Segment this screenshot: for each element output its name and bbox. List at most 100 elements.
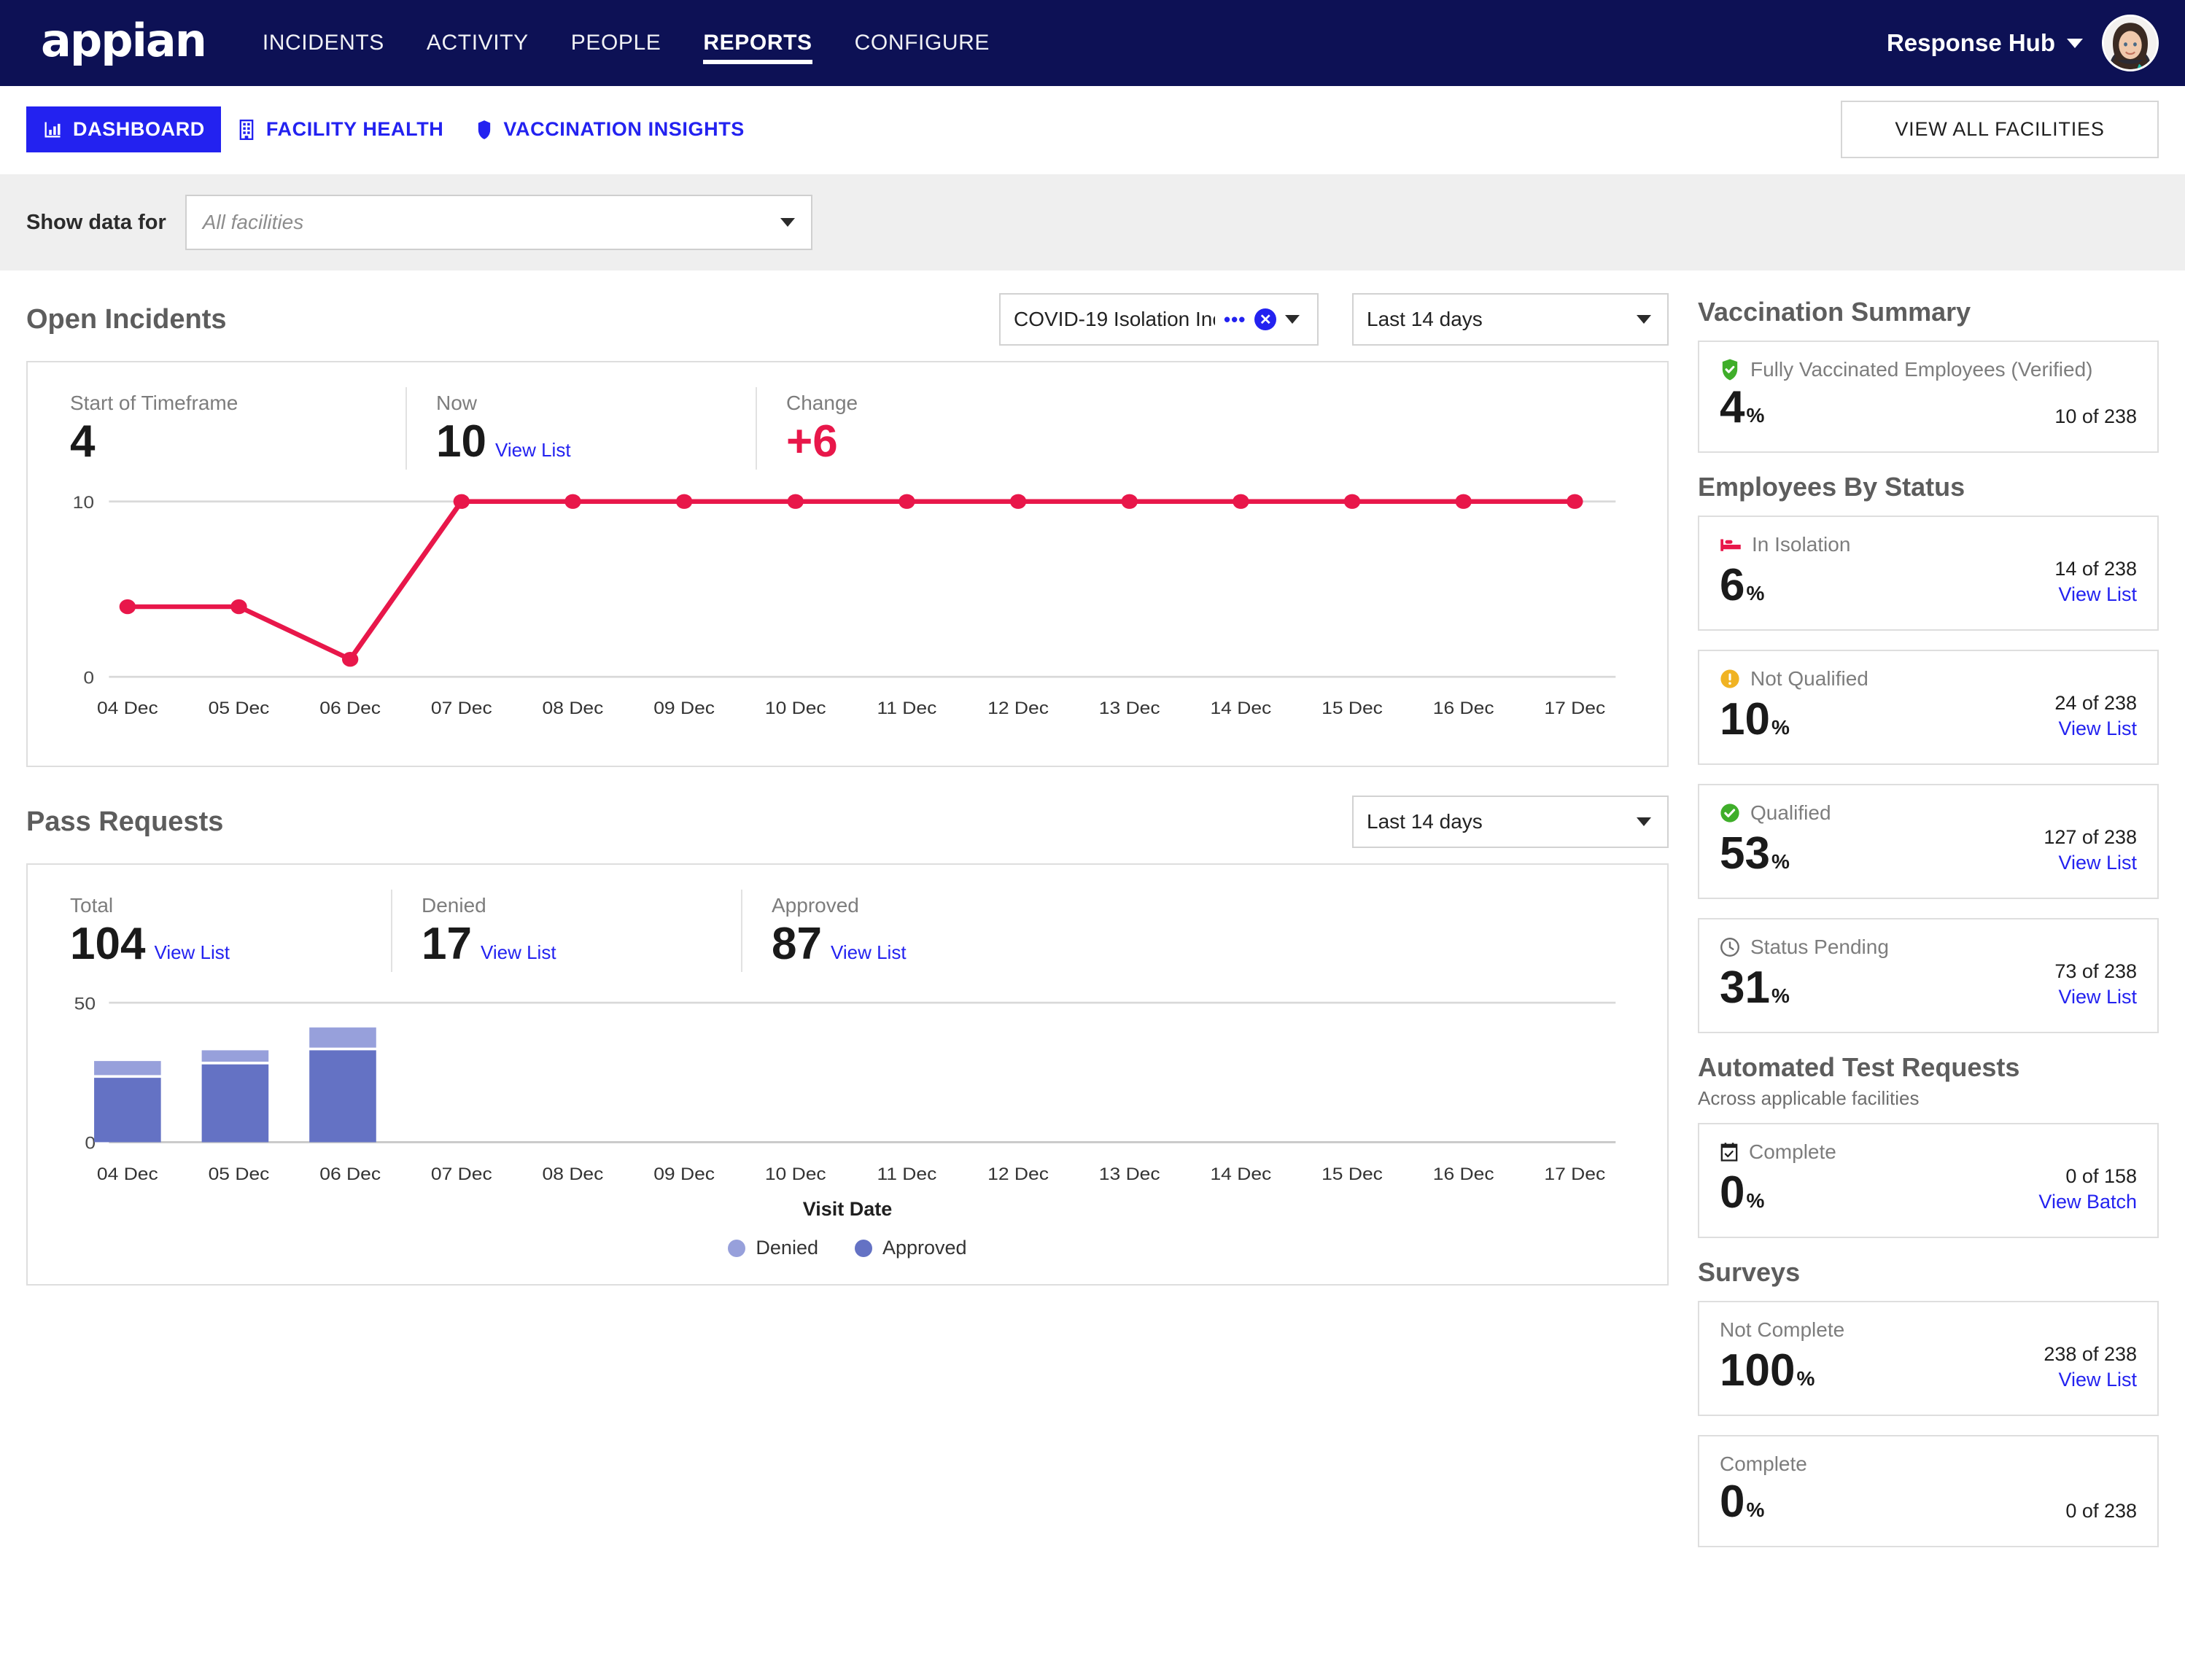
- automated-test-requests-title: Automated Test Requests: [1698, 1052, 2020, 1083]
- line-series-open-incidents: [119, 494, 1583, 667]
- nav-item-incidents[interactable]: INCIDENTS: [263, 0, 384, 86]
- view-list-link[interactable]: View List: [2054, 718, 2137, 740]
- view-batch-link[interactable]: View Batch: [2038, 1191, 2137, 1213]
- nav-item-people[interactable]: PEOPLE: [571, 0, 661, 86]
- stat-card-test-complete: Complete 0 % 0 of 158 View Batch: [1698, 1123, 2159, 1239]
- nav-right-cluster: Response Hub: [1887, 15, 2159, 71]
- nav-item-configure[interactable]: CONFIGURE: [855, 0, 990, 86]
- open-incidents-header: Open Incidents COVID-19 Isolation Incid …: [26, 291, 1669, 348]
- legend-label-denied: Denied: [756, 1237, 818, 1259]
- avatar[interactable]: [2102, 15, 2159, 71]
- view-list-link[interactable]: View List: [2044, 852, 2137, 874]
- y-tick-0: 0: [83, 669, 94, 688]
- stat-percent: 10: [1720, 694, 1770, 744]
- chevron-down-icon: [1637, 817, 1651, 827]
- nav-item-reports[interactable]: REPORTS: [703, 0, 812, 86]
- stat-card-surveys-not-complete: Not Complete 100 % 238 of 238 View List: [1698, 1301, 2159, 1417]
- kpi-value: 10: [436, 416, 486, 467]
- kpi-value: 104: [70, 919, 146, 970]
- stat-unit: %: [1746, 1498, 1765, 1522]
- kpi-change: Change +6: [756, 387, 887, 470]
- bar-group-04-dec: [94, 1061, 161, 1143]
- stat-card-fully-vaccinated: Fully Vaccinated Employees (Verified) 4 …: [1698, 341, 2159, 454]
- svg-text:12 Dec: 12 Dec: [987, 1164, 1049, 1184]
- sub-navigation: DASHBOARD FACILITY HEALTH VACCINATION IN…: [0, 86, 2185, 174]
- site-switcher[interactable]: Response Hub: [1887, 29, 2083, 57]
- kpi-start-of-timeframe: Start of Timeframe 4: [41, 387, 405, 470]
- incidents-timeframe-select[interactable]: Last 14 days: [1352, 293, 1669, 346]
- svg-text:17 Dec: 17 Dec: [1544, 699, 1605, 718]
- open-incidents-title: Open Incidents: [26, 303, 227, 335]
- stat-percent: 0: [1720, 1477, 1745, 1528]
- tab-dashboard[interactable]: DASHBOARD: [26, 106, 221, 152]
- kpi-total: Total 104 View List: [41, 890, 391, 972]
- stat-count: 10 of 238: [2054, 405, 2137, 428]
- shield-check-icon: [1720, 358, 1740, 381]
- y-tick-10: 10: [73, 493, 94, 513]
- bar-approved: [94, 1078, 161, 1143]
- y-tick-0: 0: [85, 1134, 96, 1154]
- kpi-label: Approved: [772, 894, 859, 917]
- view-list-link[interactable]: View List: [481, 941, 556, 964]
- calendar-check-icon: [1720, 1142, 1739, 1162]
- stat-card-header: Not Complete: [1720, 1318, 2137, 1342]
- incident-type-select[interactable]: COVID-19 Isolation Incid ••• ✕: [999, 293, 1319, 346]
- view-list-link[interactable]: View List: [2054, 986, 2137, 1008]
- legend-item-denied[interactable]: Denied: [728, 1237, 818, 1259]
- svg-text:10 Dec: 10 Dec: [765, 1164, 826, 1184]
- view-list-link[interactable]: View List: [831, 941, 907, 964]
- stat-card-header: Qualified: [1720, 801, 2137, 825]
- pass-requests-title: Pass Requests: [26, 806, 224, 837]
- legend-swatch-approved: [854, 1239, 872, 1257]
- pass-requests-timeframe-select[interactable]: Last 14 days: [1352, 796, 1669, 849]
- stat-card-label: Not Qualified: [1750, 667, 1868, 691]
- nav-item-activity[interactable]: ACTIVITY: [427, 0, 529, 86]
- stat-count: 73 of 238: [2054, 960, 2137, 983]
- view-list-link[interactable]: View List: [154, 941, 230, 964]
- stat-card-label: Fully Vaccinated Employees (Verified): [1750, 358, 2093, 381]
- stat-card-in-isolation: In Isolation 6 % 14 of 238 View List: [1698, 516, 2159, 631]
- stat-unit: %: [1771, 984, 1790, 1007]
- main-column: Open Incidents COVID-19 Isolation Incid …: [26, 291, 1669, 1286]
- svg-text:13 Dec: 13 Dec: [1099, 1164, 1160, 1184]
- view-all-facilities-button[interactable]: VIEW ALL FACILITIES: [1841, 101, 2159, 158]
- bed-icon: [1720, 536, 1742, 553]
- stat-count: 0 of 158: [2065, 1165, 2137, 1188]
- pass-requests-bar-chart: 50 0 04 Dec 05 Dec 06 Dec 07 Dec 08 Dec …: [28, 976, 1667, 1195]
- stat-percent: 31: [1720, 962, 1770, 1013]
- svg-text:06 Dec: 06 Dec: [319, 1164, 381, 1184]
- svg-text:05 Dec: 05 Dec: [209, 1164, 270, 1184]
- kpi-label: Start of Timeframe: [70, 392, 238, 414]
- dashboard-content: Open Incidents COVID-19 Isolation Incid …: [0, 271, 2185, 1566]
- main-nav-links: INCIDENTS ACTIVITY PEOPLE REPORTS CONFIG…: [263, 0, 990, 86]
- view-list-link[interactable]: View List: [495, 439, 571, 462]
- stat-card-header: In Isolation: [1720, 533, 2137, 556]
- stat-percent: 53: [1720, 828, 1770, 879]
- view-list-link[interactable]: View List: [2044, 1369, 2137, 1391]
- ellipsis-icon: •••: [1224, 308, 1246, 330]
- stat-card-header: Status Pending: [1720, 936, 2137, 959]
- show-data-for-label: Show data for: [26, 210, 166, 234]
- svg-text:16 Dec: 16 Dec: [1433, 1164, 1494, 1184]
- facility-select[interactable]: All facilities: [185, 195, 812, 250]
- bar-chart-svg: 50 0 04 Dec 05 Dec 06 Dec 07 Dec 08 Dec …: [74, 995, 1616, 1184]
- legend-item-approved[interactable]: Approved: [854, 1237, 967, 1259]
- stat-card-label: Complete: [1749, 1140, 1836, 1164]
- stat-unit: %: [1796, 1367, 1815, 1390]
- stat-unit: %: [1771, 850, 1790, 873]
- pass-requests-controls: Last 14 days: [1352, 796, 1669, 849]
- svg-text:15 Dec: 15 Dec: [1322, 699, 1383, 718]
- tab-vaccination-insights[interactable]: VACCINATION INSIGHTS: [459, 106, 761, 152]
- chevron-down-icon: [2067, 38, 2083, 48]
- view-list-link[interactable]: View List: [2054, 583, 2137, 606]
- clear-icon[interactable]: ✕: [1254, 308, 1277, 330]
- avatar-image: [2104, 17, 2157, 69]
- legend-swatch-denied: [728, 1239, 746, 1257]
- appian-logo[interactable]: appian: [41, 18, 207, 63]
- svg-text:09 Dec: 09 Dec: [653, 699, 715, 718]
- open-incidents-line-chart: 10 0 04 Dec 05 Dec 06 Dec 07 Dec 08 Dec …: [28, 474, 1667, 766]
- open-incidents-kpis: Start of Timeframe 4 Now 10 View List Ch…: [28, 362, 1667, 474]
- tab-vaccination-insights-label: VACCINATION INSIGHTS: [503, 118, 745, 140]
- svg-text:05 Dec: 05 Dec: [209, 699, 270, 718]
- tab-facility-health[interactable]: FACILITY HEALTH: [221, 106, 460, 152]
